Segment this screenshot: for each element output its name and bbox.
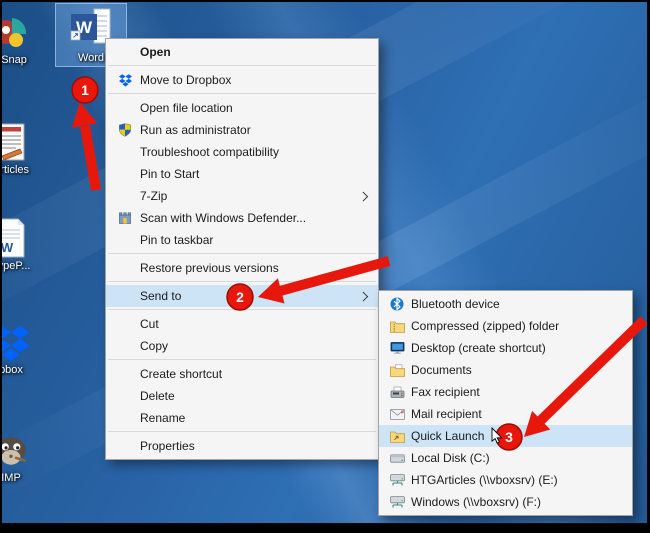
screenshot-border-bottom [0, 523, 650, 533]
screenshot-app-icon [0, 6, 46, 52]
gimp-icon [0, 424, 46, 470]
desktop-icon-label: IMP [1, 472, 21, 484]
desktop-icon-label: nSnap [0, 54, 27, 66]
desktop-icon-typep[interactable]: W TypeP... [0, 212, 46, 272]
menu-item-rename[interactable]: Rename [106, 407, 378, 429]
submenu-item-compressed-folder[interactable]: Compressed (zipped) folder [379, 315, 632, 337]
documents-icon [385, 363, 409, 377]
submenu-item-htgarticles-drive-e[interactable]: HTGArticles (\\vboxsrv) (E:) [379, 469, 632, 491]
submenu-item-local-disk-c[interactable]: Local Disk (C:) [379, 447, 632, 469]
mail-icon [385, 408, 409, 420]
menu-item-troubleshoot-compatibility[interactable]: Troubleshoot compatibility [106, 141, 378, 163]
submenu-item-documents[interactable]: Documents [379, 359, 632, 381]
word-document-icon: W [0, 212, 46, 258]
desktop-icon-label: TypeP... [0, 260, 31, 272]
dropbox-icon [0, 316, 46, 362]
desktop-icon-gimp[interactable]: IMP [0, 424, 46, 484]
context-menu: Open Move to Dropbox Open file location [105, 38, 379, 460]
menu-item-scan-with-windows-defender[interactable]: Scan with Windows Defender... [106, 207, 378, 229]
submenu-item-bluetooth-device[interactable]: Bluetooth device [379, 293, 632, 315]
svg-text:W: W [1, 240, 14, 255]
desktop-icon-label: pbox [0, 364, 23, 376]
defender-icon [112, 211, 138, 225]
menu-item-7zip[interactable]: 7-Zip [106, 185, 378, 207]
network-drive-icon [385, 495, 409, 509]
menu-item-open-file-location[interactable]: Open file location [106, 97, 378, 119]
menu-separator [108, 281, 376, 282]
menu-separator [108, 359, 376, 360]
menu-separator [108, 253, 376, 254]
bluetooth-icon [385, 297, 409, 311]
menu-item-delete[interactable]: Delete [106, 385, 378, 407]
desktop-icon-label: Articles [0, 164, 30, 176]
submenu-item-desktop-shortcut[interactable]: Desktop (create shortcut) [379, 337, 632, 359]
menu-item-restore-previous-versions[interactable]: Restore previous versions [106, 257, 378, 279]
submenu-item-mail-recipient[interactable]: Mail recipient [379, 403, 632, 425]
uac-shield-icon [112, 123, 138, 137]
desktop-icon-dropbox[interactable]: pbox [0, 316, 46, 376]
desktop-background: nSnap W Word [0, 0, 650, 533]
document-icon [0, 116, 46, 162]
quick-launch-folder-icon [385, 430, 409, 443]
annotation-step-1-badge: 1 [71, 76, 99, 104]
screenshot-border-top [0, 0, 650, 2]
menu-item-properties[interactable]: Properties [106, 435, 378, 457]
desktop-icon-articles[interactable]: Articles [0, 116, 46, 176]
zip-folder-icon [385, 320, 409, 333]
desktop-icon [385, 341, 409, 355]
fax-icon [385, 386, 409, 399]
submenu-item-fax-recipient[interactable]: Fax recipient [379, 381, 632, 403]
menu-item-copy[interactable]: Copy [106, 335, 378, 357]
menu-item-pin-to-taskbar[interactable]: Pin to taskbar [106, 229, 378, 251]
desktop-icon-nsnap[interactable]: nSnap [0, 6, 46, 66]
network-drive-icon [385, 473, 409, 487]
menu-separator [108, 431, 376, 432]
annotation-arrow-1 [71, 102, 101, 191]
menu-separator [108, 309, 376, 310]
menu-item-pin-to-start[interactable]: Pin to Start [106, 163, 378, 185]
menu-separator [108, 65, 376, 66]
local-disk-icon [385, 453, 409, 463]
menu-item-cut[interactable]: Cut [106, 313, 378, 335]
menu-item-open[interactable]: Open [106, 41, 378, 63]
screenshot-border-left [0, 0, 2, 533]
svg-text:1: 1 [81, 82, 89, 98]
menu-separator [108, 93, 376, 94]
menu-item-run-as-administrator[interactable]: Run as administrator [106, 119, 378, 141]
menu-item-create-shortcut[interactable]: Create shortcut [106, 363, 378, 385]
submenu-item-windows-drive-f[interactable]: Windows (\\vboxsrv) (F:) [379, 491, 632, 513]
send-to-submenu: Bluetooth device Compressed (zipped) fol… [378, 290, 633, 516]
dropbox-icon [112, 73, 138, 87]
menu-item-send-to[interactable]: Send to [106, 285, 378, 307]
submenu-item-quick-launch[interactable]: Quick Launch [379, 425, 632, 447]
menu-item-move-to-dropbox[interactable]: Move to Dropbox [106, 69, 378, 91]
